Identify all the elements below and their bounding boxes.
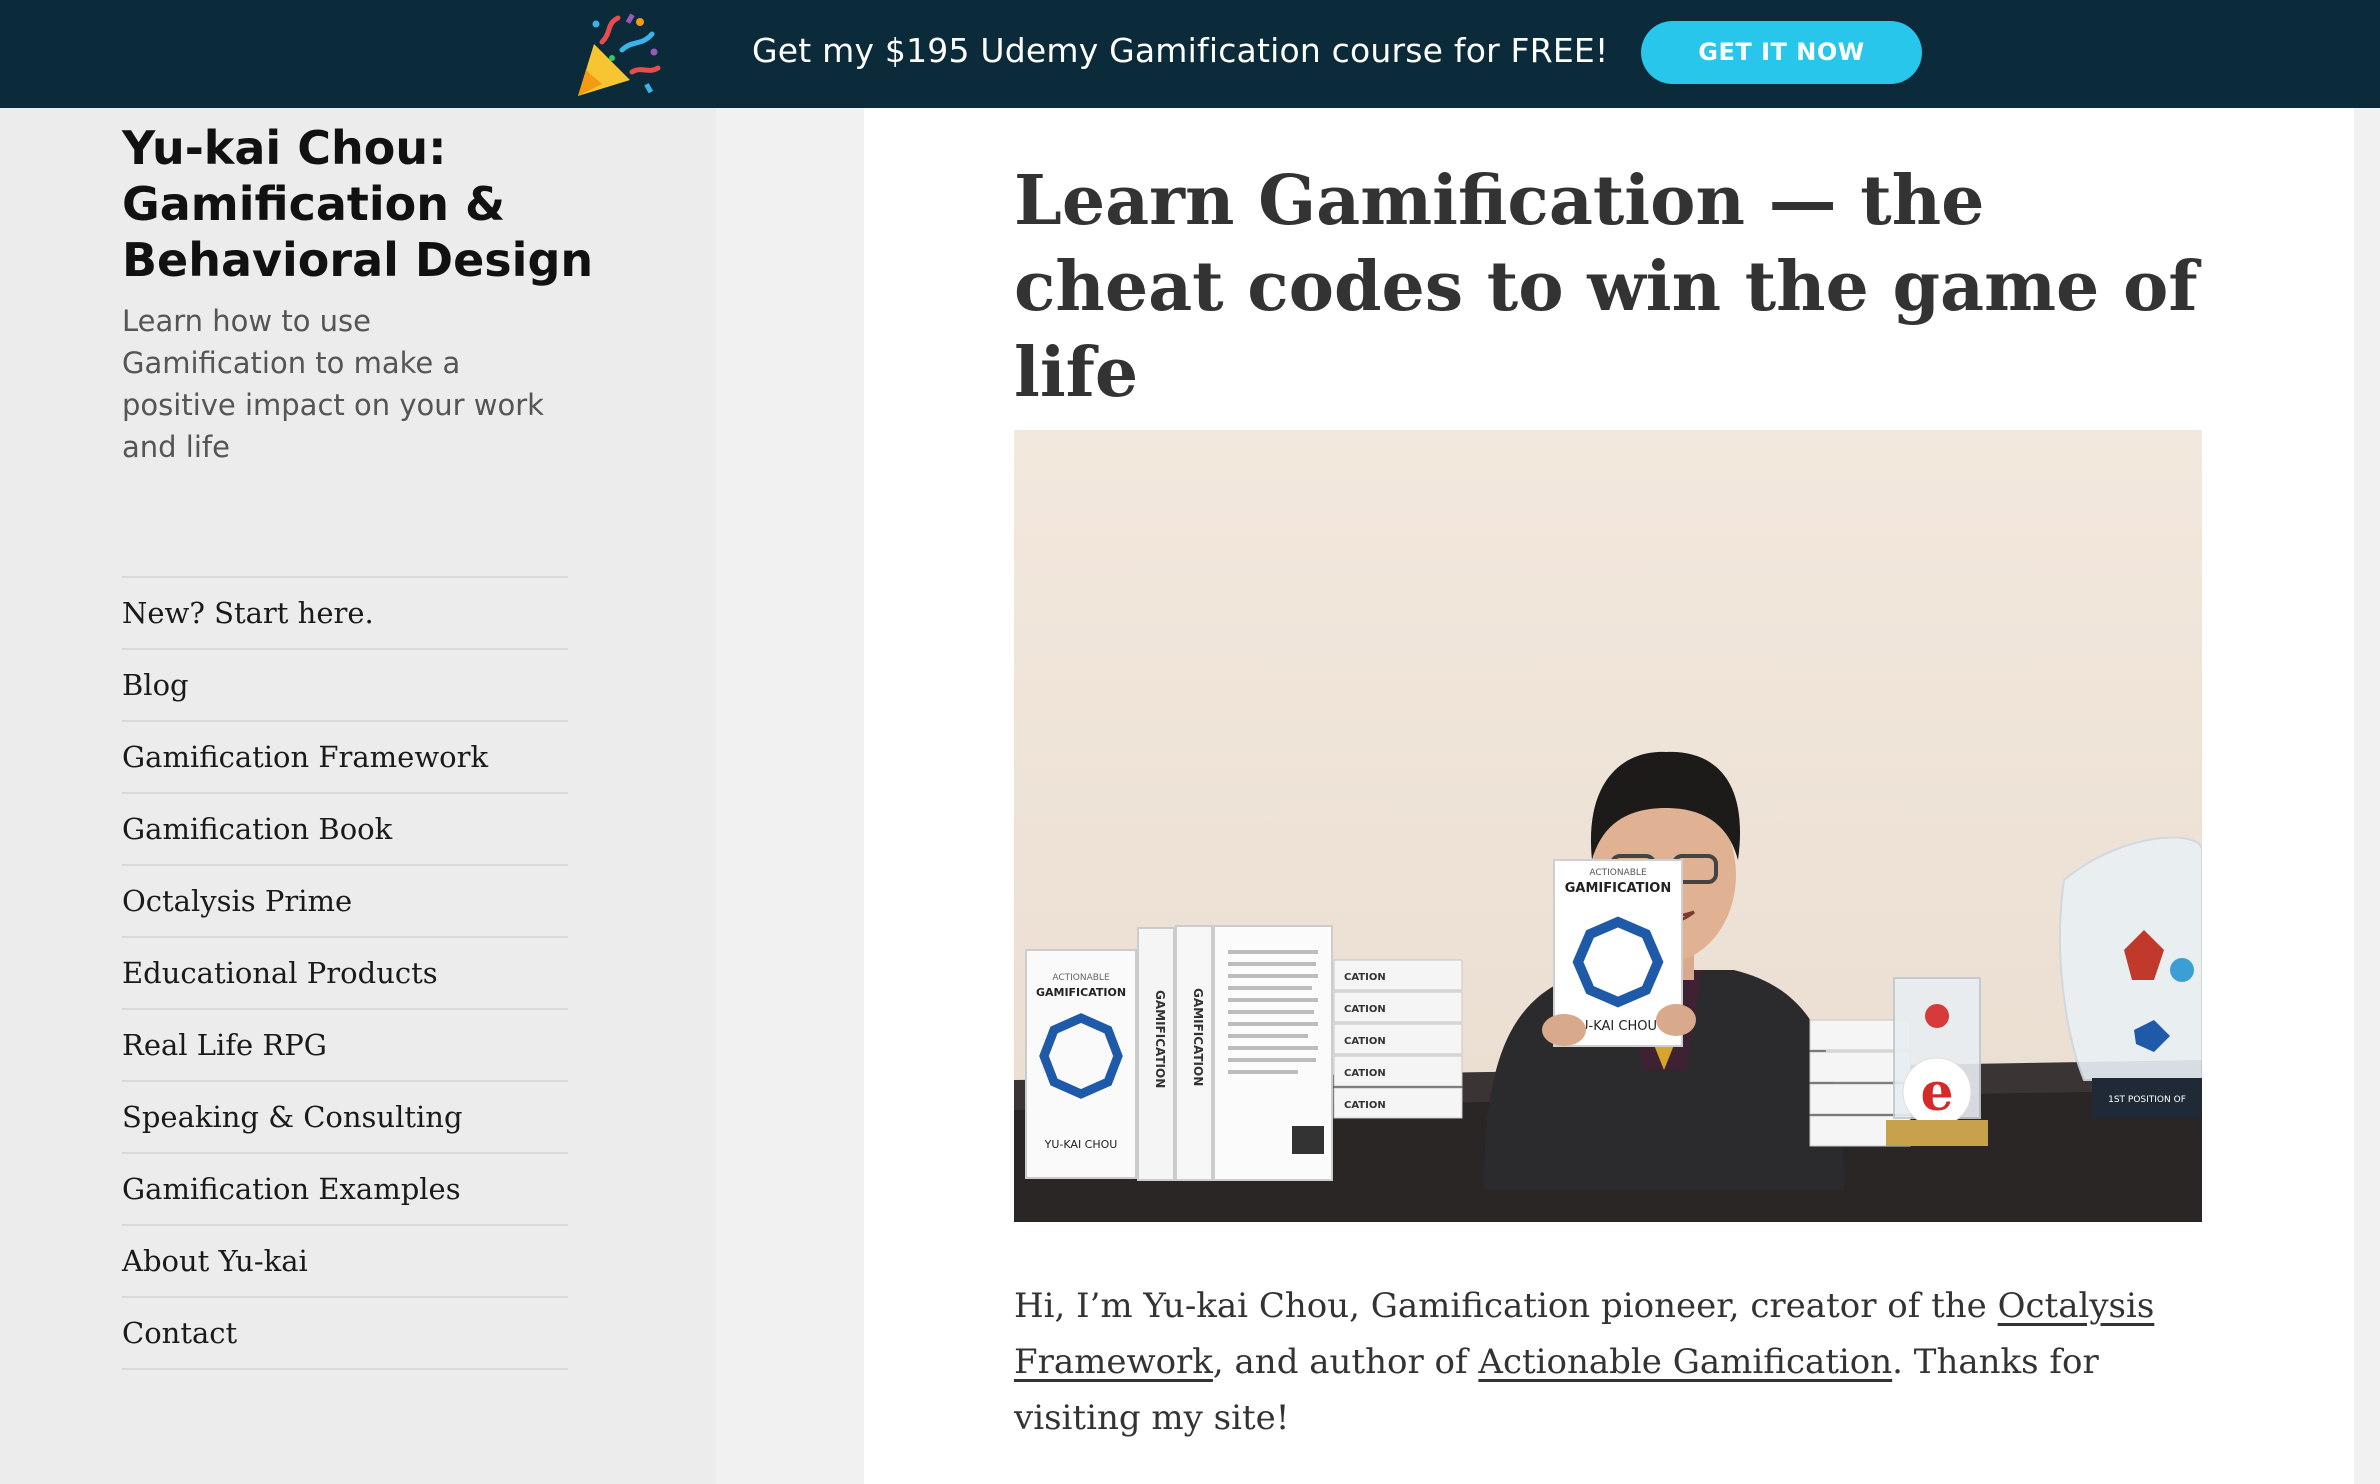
intro-text-1: Hi, I’m Yu-kai Chou, Gamification pionee… — [1014, 1286, 1998, 1326]
site-title[interactable]: Yu-kai Chou: Gamification & Behavioral D… — [122, 120, 602, 288]
actionable-gamification-link[interactable]: Actionable Gamification — [1478, 1342, 1892, 1382]
content-gutter — [716, 108, 864, 1484]
site-description: Learn how to use Gamification to make a … — [122, 304, 544, 464]
stack-spine-4: CATION — [1344, 1068, 1386, 1079]
held-book-title: GAMIFICATION — [1565, 881, 1671, 896]
book-stack-left: CATION CATION CATION CATION CATION — [1333, 959, 1463, 1119]
svg-text:e: e — [1920, 1062, 1953, 1123]
page-title: Learn Gamification — the cheat codes to … — [1014, 161, 2198, 413]
nav-item-gamification-examples[interactable]: Gamification Examples — [122, 1154, 568, 1226]
nav-item-start-here[interactable]: New? Start here. — [122, 578, 568, 650]
stack-spine-5: CATION — [1344, 1100, 1386, 1111]
nav-item-educational-products[interactable]: Educational Products — [122, 938, 568, 1010]
stack-spine-2: CATION — [1344, 1004, 1386, 1015]
left-book-title: GAMIFICATION — [1036, 986, 1126, 999]
get-it-now-button[interactable]: GET IT NOW — [1641, 21, 1922, 84]
promo-banner: Get my $195 Udemy Gamification course fo… — [0, 0, 2380, 108]
held-book-cover-top: ACTIONABLE — [1589, 868, 1647, 878]
party-popper-icon — [578, 13, 661, 96]
nav-item-speaking-consulting[interactable]: Speaking & Consulting — [122, 1082, 568, 1154]
intro-paragraph: Hi, I’m Yu-kai Chou, Gamification pionee… — [1014, 1278, 2204, 1446]
left-book-cover-top: ACTIONABLE — [1052, 973, 1110, 983]
nav-item-octalysis-prime[interactable]: Octalysis Prime — [122, 866, 568, 938]
nav-item-gamification-book[interactable]: Gamification Book — [122, 794, 568, 866]
nav-item-real-life-rpg[interactable]: Real Life RPG — [122, 1010, 568, 1082]
spine-text-2: GAMIFICATION — [1191, 988, 1205, 1086]
nav-item-blog[interactable]: Blog — [122, 650, 568, 722]
nav-item-about[interactable]: About Yu-kai — [122, 1226, 568, 1298]
hero-illustration: ACTIONABLE GAMIFICATION U-KAI CHOU ACTIO… — [1014, 430, 2202, 1222]
main-navigation: New? Start here. Blog Gamification Frame… — [122, 576, 568, 1370]
stack-spine-1: CATION — [1344, 972, 1386, 983]
intro-text-2: , and author of — [1212, 1342, 1479, 1382]
nav-item-contact[interactable]: Contact — [122, 1298, 568, 1370]
left-book-author: YU-KAI CHOU — [1044, 1138, 1118, 1151]
glass-award-label: 1ST POSITION OF — [2108, 1095, 2186, 1105]
spine-text-1: GAMIFICATION — [1153, 990, 1167, 1088]
stack-spine-3: CATION — [1344, 1036, 1386, 1047]
article: Learn Gamification — the cheat codes to … — [864, 108, 2354, 1484]
hero-photo: ACTIONABLE GAMIFICATION U-KAI CHOU ACTIO… — [1014, 430, 2202, 1222]
nav-item-gamification-framework[interactable]: Gamification Framework — [122, 722, 568, 794]
promo-text: Get my $195 Udemy Gamification course fo… — [752, 31, 1609, 70]
award-trophy: e — [1886, 977, 1988, 1146]
held-book-author: U-KAI CHOU — [1579, 1019, 1657, 1034]
glass-award: 1ST POSITION OF — [2059, 836, 2202, 1118]
sidebar: Yu-kai Chou: Gamification & Behavioral D… — [0, 108, 716, 1484]
